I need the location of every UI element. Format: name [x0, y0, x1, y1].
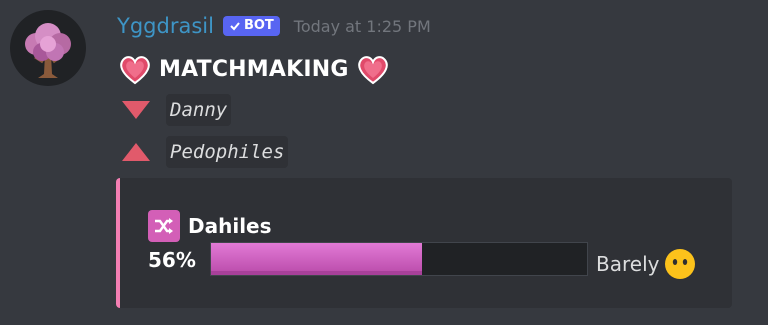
match-line-2: Pedophiles	[120, 133, 289, 171]
match-verdict: Barely	[596, 252, 660, 276]
match-percent: 56%	[148, 248, 196, 272]
match-name-1: Danny	[166, 94, 232, 126]
heart-emoji-icon	[357, 56, 388, 85]
embed-title: Dahiles	[188, 214, 272, 238]
checkmark-icon	[230, 22, 240, 31]
avatar[interactable]	[10, 10, 86, 86]
heart-emoji-icon	[120, 56, 150, 85]
message-title-row: MATCHMAKING	[117, 50, 391, 88]
shuffle-icon	[148, 210, 180, 242]
username[interactable]: Yggdrasil	[117, 14, 214, 38]
timestamp[interactable]: Today at 1:25 PM	[294, 17, 431, 36]
neutral-face-emoji-icon	[665, 249, 696, 279]
bot-badge: BOT	[222, 16, 280, 36]
up-triangle-icon	[122, 143, 150, 161]
embed: Dahiles 56% Barely	[116, 178, 732, 308]
tree-icon	[25, 23, 71, 78]
match-name-2: Pedophiles	[166, 136, 289, 168]
message-title: MATCHMAKING	[159, 56, 349, 82]
match-progress-bar	[210, 242, 588, 276]
down-triangle-icon	[122, 101, 150, 119]
bot-badge-label: BOT	[243, 18, 274, 33]
match-progress-fill	[211, 243, 422, 275]
match-line-1: Danny	[120, 91, 232, 129]
